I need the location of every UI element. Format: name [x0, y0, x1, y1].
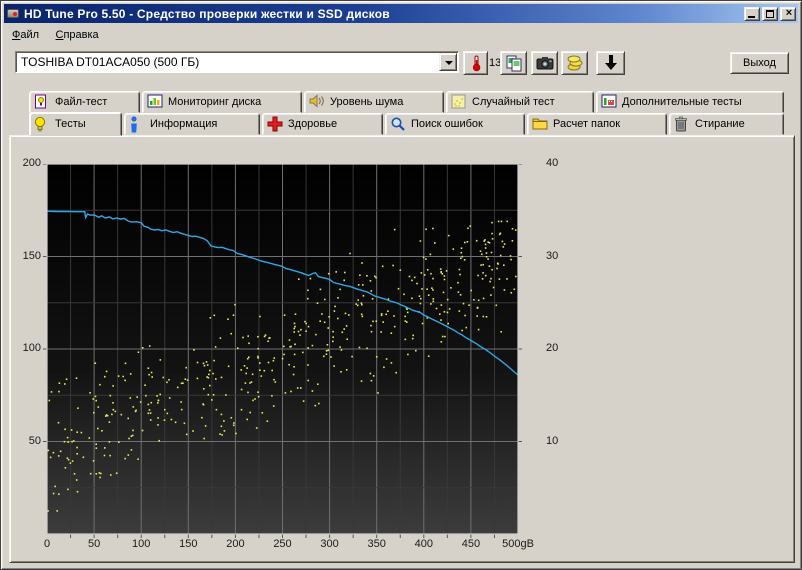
copy-button[interactable] — [500, 51, 527, 75]
right-axis-tick-label: 20 — [546, 342, 559, 354]
title-bar[interactable]: HD Tune Pro 5.50 - Средство проверки жес… — [4, 4, 798, 23]
maximize-button[interactable] — [762, 6, 778, 21]
close-button[interactable]: × — [780, 6, 796, 21]
bulb-icon — [34, 116, 50, 132]
left-axis-tick-label: 150 — [22, 249, 41, 262]
folder-icon — [532, 116, 548, 132]
x-axis-tick-label: 300 — [320, 538, 339, 550]
tab-tests[interactable]: Тесты — [29, 112, 122, 136]
tab-folder-usage[interactable]: Расчет папок — [527, 113, 667, 135]
menu-file[interactable]: Файл — [6, 27, 45, 43]
tab-error-scan[interactable]: Поиск ошибок — [385, 113, 525, 135]
x-axis-tick-label: 250 — [273, 538, 292, 550]
tab-information[interactable]: Информация — [124, 113, 260, 135]
download-button[interactable] — [596, 51, 625, 75]
minimize-button[interactable] — [744, 6, 760, 21]
x-axis-tick-label: 100 — [132, 538, 151, 550]
close-icon: × — [785, 6, 793, 19]
left-axis-tick-label: 50 — [28, 434, 41, 447]
app-icon — [6, 7, 20, 20]
right-axis-tick-label: 40 — [546, 157, 559, 169]
health-cross-icon — [267, 116, 283, 132]
chevron-down-icon — [445, 61, 453, 65]
x-axis-tick-label: 500gB — [502, 538, 534, 550]
noise-level-icon — [309, 94, 325, 110]
download-icon — [604, 55, 617, 70]
left-axis-tick-label: 100 — [22, 342, 41, 354]
search-icon — [390, 116, 406, 132]
tab-health[interactable]: Здоровье — [262, 113, 383, 135]
coins-icon — [567, 55, 582, 71]
drive-select-value: TOSHIBA DT01ACA050 (500 ГБ) — [21, 55, 200, 69]
right-axis-tick-label: 10 — [546, 434, 559, 447]
file-test-icon — [34, 94, 50, 110]
x-axis-tick-label: 200 — [226, 538, 245, 550]
tab-file-test[interactable]: Файл-тест — [29, 91, 140, 113]
random-test-icon — [451, 94, 467, 110]
drive-select[interactable]: TOSHIBA DT01ACA050 (500 ГБ) — [15, 51, 459, 73]
window-title: HD Tune Pro 5.50 - Средство проверки жес… — [24, 6, 390, 21]
extra-tests-icon — [601, 94, 617, 110]
x-axis-tick-label: 150 — [179, 538, 198, 550]
right-axis-tick-label: 30 — [546, 249, 559, 262]
info-icon — [129, 116, 145, 133]
exit-button[interactable]: Выход — [730, 52, 789, 74]
benchmark-chart — [43, 163, 524, 540]
menu-bar: Файл Справка — [6, 25, 105, 43]
tab-disk-monitor[interactable]: Мониторинг диска — [142, 91, 302, 113]
temperature-button[interactable] — [463, 51, 488, 75]
register-button[interactable] — [561, 51, 588, 75]
tab-random-test[interactable]: Случайный тест — [446, 91, 594, 113]
app-window: HD Tune Pro 5.50 - Средство проверки жес… — [0, 0, 802, 570]
tab-erase[interactable]: Стирание — [669, 113, 784, 135]
x-axis-tick-label: 450 — [461, 538, 481, 550]
temperature-icon — [472, 55, 480, 72]
x-axis-tick-label: 350 — [367, 538, 386, 550]
x-axis-tick-label: 0 — [43, 538, 51, 550]
tab-noise-level[interactable]: Уровень шума — [304, 91, 444, 113]
trash-icon — [674, 116, 690, 132]
maximize-icon — [766, 9, 774, 18]
x-axis-tick-label: 50 — [87, 538, 101, 550]
left-axis-tick-label: 200 — [22, 157, 41, 169]
x-axis-tick-label: 400 — [414, 538, 433, 550]
tab-extra-tests[interactable]: Дополнительные тесты — [596, 91, 784, 113]
drive-select-dropdown-button[interactable] — [439, 53, 457, 71]
screenshot-button[interactable] — [531, 51, 558, 75]
menu-help[interactable]: Справка — [50, 27, 105, 43]
screenshot-icon — [536, 57, 553, 70]
minimize-icon — [748, 15, 755, 18]
disk-monitor-icon — [147, 94, 163, 110]
copy-icon — [506, 55, 521, 72]
